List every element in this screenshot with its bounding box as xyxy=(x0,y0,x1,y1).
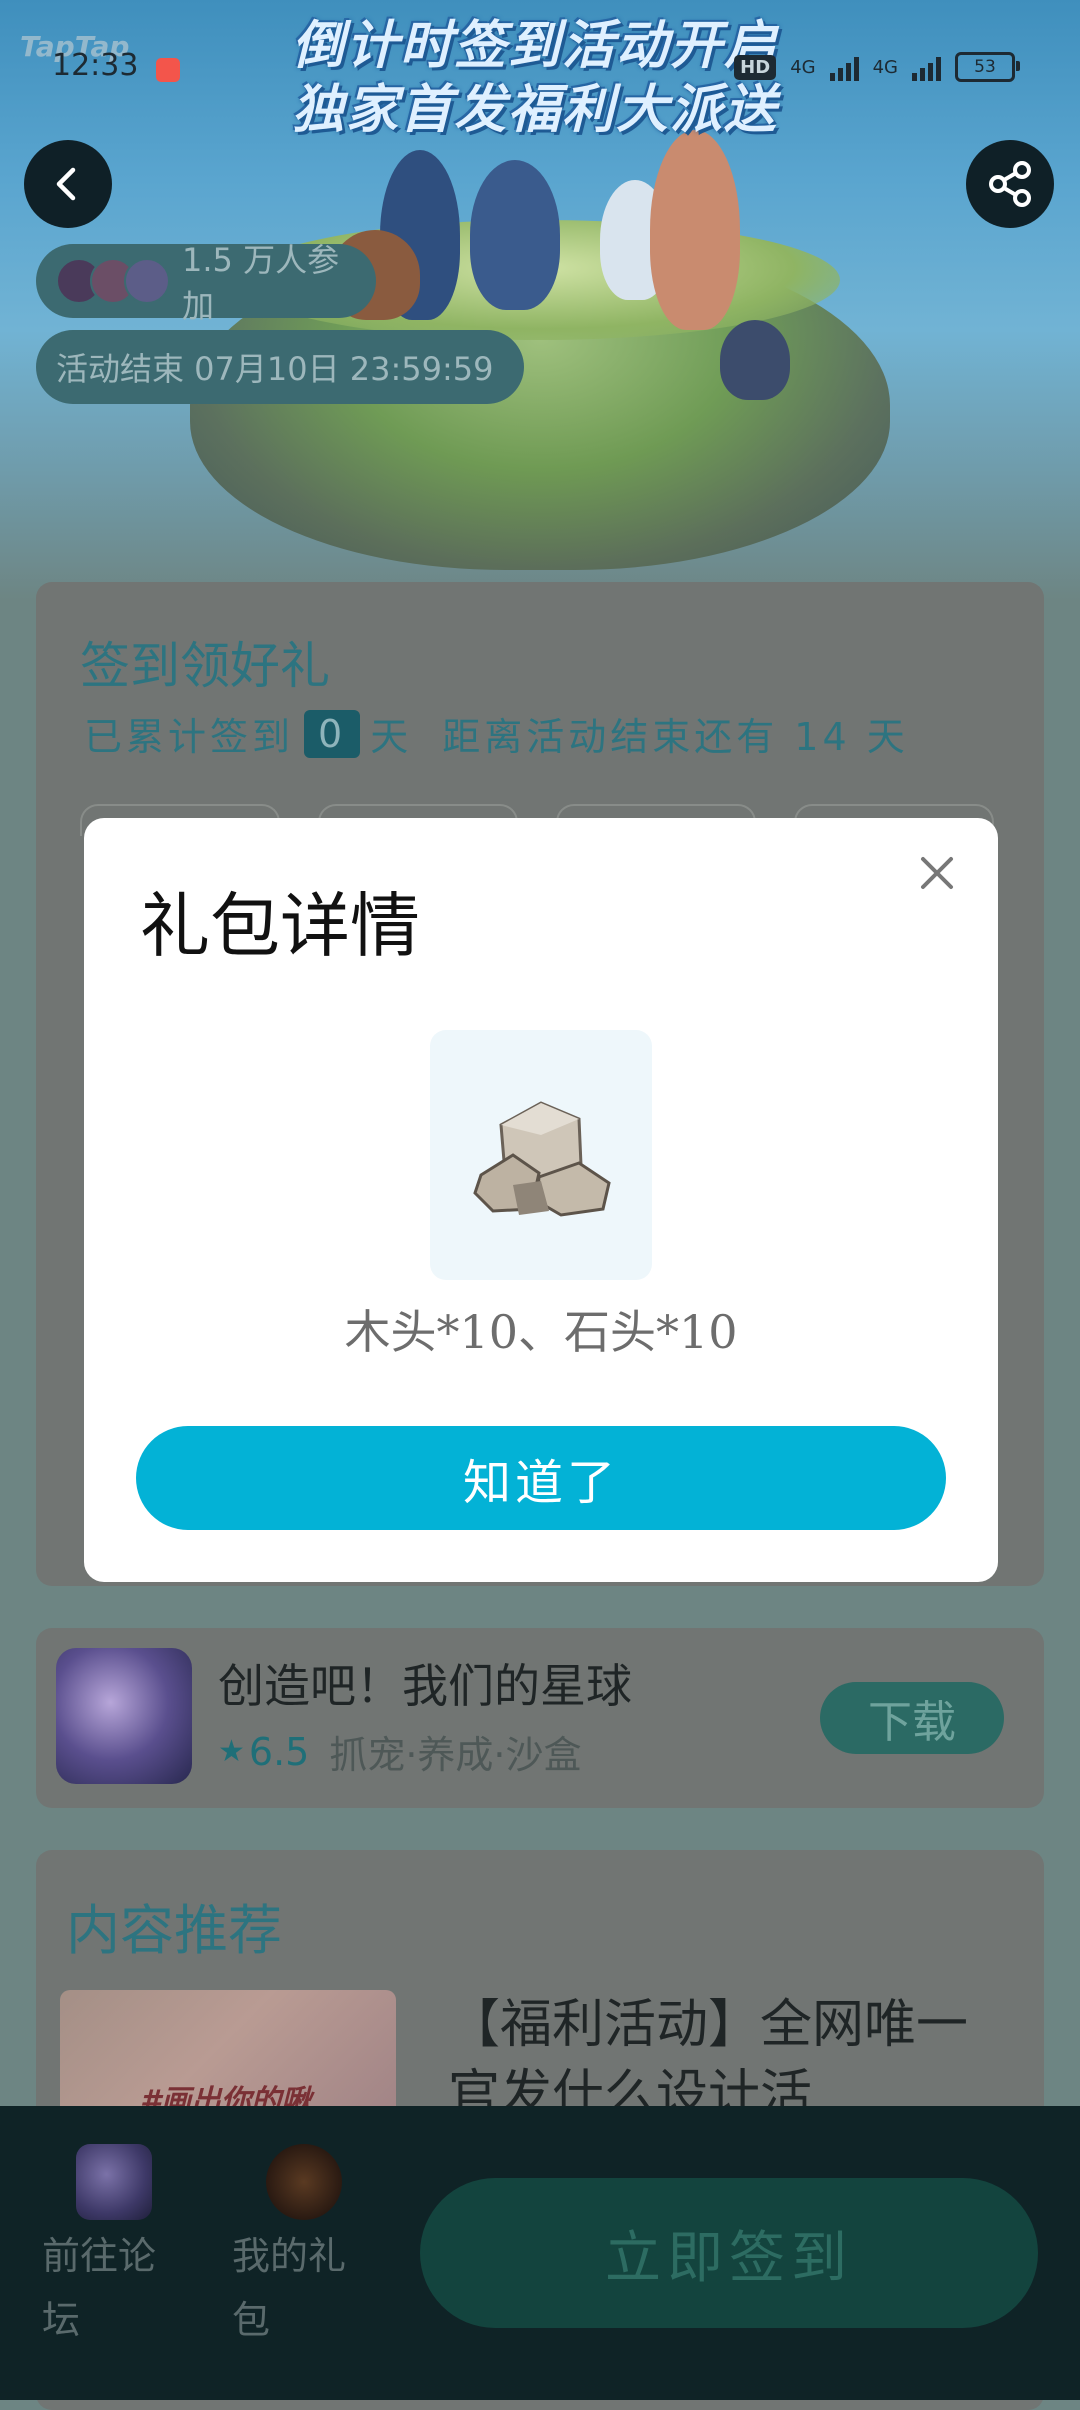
dialog-title: 礼包详情 xyxy=(140,885,420,967)
share-icon xyxy=(989,161,1031,207)
close-button[interactable] xyxy=(912,848,962,898)
share-button[interactable] xyxy=(966,140,1054,228)
gift-detail-dialog: 礼包详情 木头*10、石头*10 知道了 xyxy=(84,818,998,1582)
participants-count: 1.5 万人参加 xyxy=(182,241,340,325)
gift-nav-item[interactable]: 我的礼包 xyxy=(232,2144,372,2352)
bottom-bar: 前往论坛 我的礼包 立即签到 xyxy=(0,2106,1080,2400)
character-figure xyxy=(650,130,740,330)
participants-pill[interactable]: 1.5 万人参加 xyxy=(36,241,376,325)
hd-icon: HD xyxy=(734,54,777,80)
close-icon xyxy=(921,857,953,889)
system-icons: HD 4G 4G 53 xyxy=(734,52,1020,82)
gift-label: 我的礼包 xyxy=(232,2234,347,2342)
notification-icon xyxy=(156,58,180,82)
forum-icon xyxy=(76,2144,152,2220)
avatar xyxy=(124,258,170,304)
rating-value: 6.5 xyxy=(248,1729,310,1774)
ok-button[interactable]: 知道了 xyxy=(136,1426,946,1530)
checkin-title: 签到领好礼 xyxy=(80,637,330,695)
end-time-text: 活动结束 07月10日 23:59:59 xyxy=(56,350,494,388)
gift-item-image xyxy=(430,1030,652,1280)
accumulated-suffix: 天 xyxy=(370,715,413,759)
download-button[interactable]: 下载 xyxy=(820,1682,1004,1754)
checkin-button[interactable]: 立即签到 xyxy=(420,2178,1038,2328)
game-meta: ★ 6.5 抓宠·养成·沙盒 xyxy=(218,1724,582,1779)
forum-label: 前往论坛 xyxy=(42,2234,157,2342)
back-button[interactable] xyxy=(24,140,112,228)
game-card[interactable]: 创造吧！我们的星球 ★ 6.5 抓宠·养成·沙盒 下载 xyxy=(36,1628,1044,1808)
forum-nav-item[interactable]: 前往论坛 xyxy=(42,2144,182,2352)
checkin-progress: 已累计签到 0 天 距离活动结束还有 14 天 xyxy=(84,706,909,761)
creature-figure xyxy=(720,320,790,400)
gift-icon xyxy=(266,2144,342,2220)
character-figure xyxy=(470,160,560,310)
gift-description: 木头*10、石头*10 xyxy=(344,1305,738,1359)
chevron-left-icon xyxy=(56,167,76,201)
game-rating: ★ 6.5 xyxy=(218,1730,309,1774)
end-time-pill: 活动结束 07月10日 23:59:59 xyxy=(36,330,524,404)
participant-avatars xyxy=(56,258,170,304)
signal-icon xyxy=(829,53,859,81)
game-name: 创造吧！我们的星球 xyxy=(218,1659,632,1713)
star-icon: ★ xyxy=(218,1734,245,1769)
remaining-days-text: 距离活动结束还有 14 天 xyxy=(442,715,909,759)
accumulated-days: 0 xyxy=(304,709,361,758)
battery-icon: 53 xyxy=(955,52,1020,82)
status-bar: 12:33 HD 4G 4G 53 xyxy=(0,0,1080,140)
game-tags: 抓宠·养成·沙盒 xyxy=(329,1733,582,1777)
signal-icon xyxy=(912,53,941,81)
game-icon xyxy=(56,1648,192,1784)
network-label-2: 4G xyxy=(872,56,898,78)
battery-level: 53 xyxy=(974,57,996,77)
accumulated-prefix: 已累计签到 xyxy=(84,715,295,759)
network-label-1: 4G xyxy=(790,56,816,78)
content-title: 内容推荐 xyxy=(66,1899,282,1962)
status-time: 12:33 xyxy=(52,48,139,83)
stone-icon xyxy=(473,1101,611,1217)
